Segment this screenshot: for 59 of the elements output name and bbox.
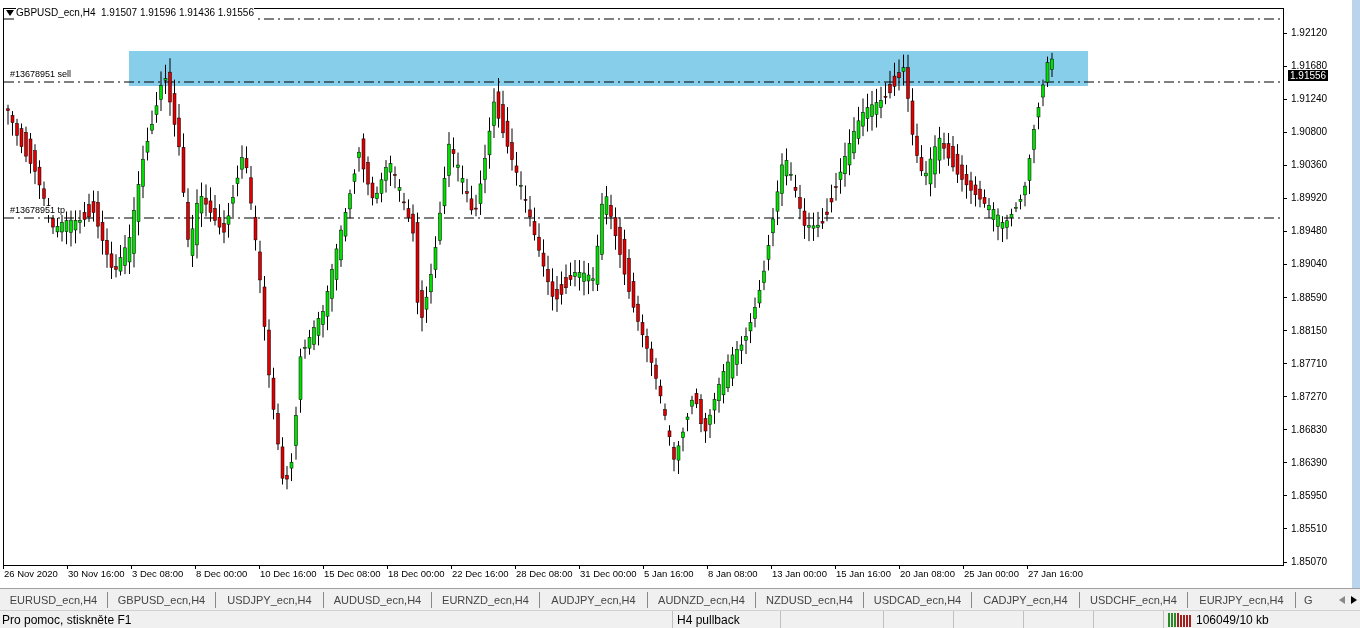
time-label: 25 Jan 00:00 — [963, 569, 1020, 579]
price-label: 1.86830 — [1291, 424, 1328, 435]
chart-tab[interactable]: G — [1296, 591, 1321, 608]
price-label: 1.91680 — [1291, 61, 1328, 72]
chart-tab[interactable]: AUDUSD_ecn,H4 — [324, 591, 432, 608]
price-label: 1.88150 — [1291, 325, 1328, 336]
price-label: 1.89040 — [1291, 259, 1328, 270]
chart-tab[interactable]: EURUSD_ecn,H4 — [0, 591, 108, 608]
time-label: 3 Dec 08:00 — [131, 569, 185, 579]
traffic-text: 106049/10 kb — [1196, 611, 1269, 628]
status-profile: H4 pullback — [672, 610, 780, 628]
price-label: 1.88590 — [1291, 292, 1328, 303]
time-label: 18 Dec 00:00 — [387, 569, 446, 579]
price-label: 1.89920 — [1291, 193, 1328, 204]
price-label: 1.85950 — [1291, 490, 1328, 501]
chart-tab[interactable]: EURJPY_ecn,H4 — [1188, 591, 1296, 608]
time-label: 20 Jan 08:00 — [899, 569, 956, 579]
price-label: 1.91240 — [1291, 94, 1328, 105]
time-label: 10 Dec 16:00 — [259, 569, 318, 579]
chart-tab[interactable]: NZDUSD_ecn,H4 — [756, 591, 864, 608]
price-label: 1.90360 — [1291, 160, 1328, 171]
connection-bars-icon — [1168, 612, 1192, 627]
chart-tab[interactable]: CADJPY_ecn,H4 — [972, 591, 1080, 608]
chart-tab[interactable]: USDCAD_ecn,H4 — [864, 591, 972, 608]
price-label: 1.92120 — [1291, 28, 1328, 38]
dropdown-icon[interactable] — [6, 9, 14, 16]
time-label: 8 Jan 08:00 — [707, 569, 759, 579]
order-label: #13678951 tp — [10, 206, 66, 215]
order-label: #13678951 sell — [10, 70, 72, 79]
time-label: 5 Jan 16:00 — [643, 569, 695, 579]
time-label: 15 Jan 16:00 — [835, 569, 892, 579]
chart-tab[interactable]: GBPUSD_ecn,H4 — [108, 591, 216, 608]
time-label: 30 Nov 16:00 — [67, 569, 126, 579]
price-label: 1.85510 — [1291, 523, 1328, 534]
price-label: 1.90800 — [1291, 127, 1328, 138]
current-price-badge: 1.91556 — [1288, 70, 1329, 81]
time-label: 8 Dec 00:00 — [195, 569, 249, 579]
price-label: 1.89480 — [1291, 226, 1328, 237]
time-label: 27 Jan 16:00 — [1027, 569, 1084, 579]
time-label: 31 Dec 00:00 — [579, 569, 638, 579]
time-label: 22 Dec 16:00 — [451, 569, 510, 579]
chart-title: GBPUSD_ecn,H4 1.91507 1.91596 1.91436 1.91556 — [16, 5, 254, 20]
chart-tab[interactable]: EURNZD_ecn,H4 — [432, 591, 540, 608]
status-help: Pro pomoc, stiskněte F1 — [1, 611, 133, 628]
time-label: 15 Dec 08:00 — [323, 569, 382, 579]
time-label: 28 Dec 08:00 — [515, 569, 574, 579]
scroll-left-icon[interactable] — [1339, 595, 1345, 604]
scroll-right-icon[interactable] — [1351, 595, 1357, 604]
price-label: 1.87710 — [1291, 358, 1328, 369]
chart-tab[interactable]: AUDNZD_ecn,H4 — [648, 591, 756, 608]
chart-tab[interactable]: USDJPY_ecn,H4 — [216, 591, 324, 608]
price-label: 1.86390 — [1291, 457, 1328, 468]
price-label: 1.87270 — [1291, 391, 1328, 402]
scrollbar[interactable] — [1352, 0, 1360, 588]
chart-tab[interactable]: AUDJPY_ecn,H4 — [540, 591, 648, 608]
chart-tab[interactable]: USDCHF_ecn,H4 — [1080, 591, 1188, 608]
price-label: 1.85070 — [1291, 557, 1328, 567]
time-label: 26 Nov 2020 — [3, 569, 59, 579]
time-label: 13 Jan 00:00 — [771, 569, 828, 579]
